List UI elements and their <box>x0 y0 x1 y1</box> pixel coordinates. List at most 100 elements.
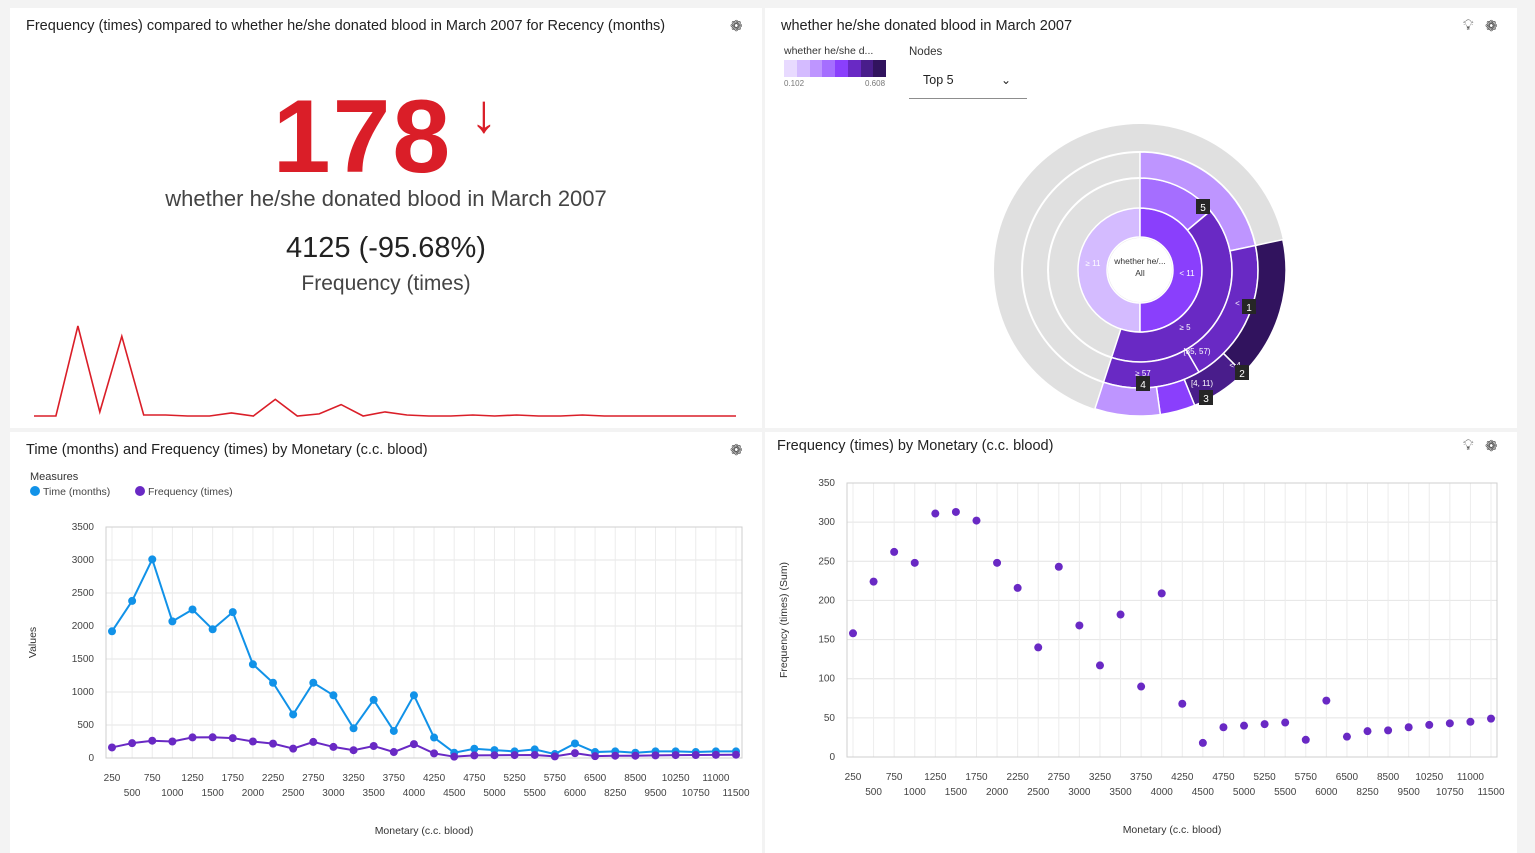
scatter-point[interactable] <box>1095 661 1104 670</box>
data-point[interactable] <box>188 733 197 742</box>
data-point[interactable] <box>490 751 499 760</box>
data-point[interactable] <box>309 678 318 687</box>
data-point[interactable] <box>108 627 116 636</box>
data-point[interactable] <box>671 751 680 760</box>
scatter-point[interactable] <box>1013 583 1022 592</box>
x-tick-label: 2250 <box>1007 772 1030 783</box>
data-point[interactable] <box>349 746 358 755</box>
scatter-point[interactable] <box>1363 727 1372 736</box>
data-point[interactable] <box>128 596 137 605</box>
line-chart[interactable]: 0500100015002000250030003500250500750100… <box>10 432 762 853</box>
sunburst-segment-label: ≥ 11 <box>1086 259 1101 268</box>
scatter-point[interactable] <box>910 558 919 567</box>
y-axis-title: Values <box>27 627 39 658</box>
scatter-point[interactable] <box>1198 738 1207 747</box>
x-tick-label: 9500 <box>1398 787 1421 798</box>
data-point[interactable] <box>248 737 257 746</box>
data-point[interactable] <box>269 739 278 748</box>
data-point[interactable] <box>530 750 539 759</box>
data-point[interactable] <box>188 605 197 614</box>
scatter-point[interactable] <box>1425 720 1434 729</box>
data-point[interactable] <box>289 710 298 719</box>
scatter-point[interactable] <box>993 558 1002 567</box>
scatter-point[interactable] <box>1322 696 1331 705</box>
scatter-point[interactable] <box>1075 621 1084 630</box>
x-tick-label: 1250 <box>924 772 947 783</box>
data-point[interactable] <box>570 739 579 748</box>
data-point[interactable] <box>651 751 660 760</box>
data-point[interactable] <box>228 608 237 617</box>
scatter-point[interactable] <box>1116 610 1125 619</box>
scatter-point[interactable] <box>1301 735 1310 744</box>
data-point[interactable] <box>369 741 378 750</box>
data-point[interactable] <box>631 751 640 760</box>
y-tick-label: 3500 <box>72 522 95 533</box>
data-point[interactable] <box>430 749 439 758</box>
data-point[interactable] <box>591 752 600 761</box>
data-point[interactable] <box>550 752 559 761</box>
x-tick-label: 500 <box>124 788 141 799</box>
data-point[interactable] <box>289 744 298 753</box>
scatter-point[interactable] <box>1178 699 1187 708</box>
scatter-point[interactable] <box>1240 721 1249 730</box>
data-point[interactable] <box>691 751 700 760</box>
scatter-point[interactable] <box>1466 717 1475 726</box>
scatter-point[interactable] <box>1219 723 1228 732</box>
data-point[interactable] <box>269 678 278 687</box>
sunburst-segment[interactable] <box>1093 381 1162 417</box>
scatter-point[interactable] <box>951 507 960 516</box>
data-point[interactable] <box>248 660 257 669</box>
x-tick-label: 1500 <box>945 787 968 798</box>
data-point[interactable] <box>732 750 740 759</box>
data-point[interactable] <box>409 740 418 749</box>
x-tick-label: 2750 <box>1048 772 1071 783</box>
scatter-point[interactable] <box>1487 714 1495 723</box>
data-point[interactable] <box>108 743 116 752</box>
scatter-point[interactable] <box>890 547 899 556</box>
sunburst-chart[interactable]: whether he/... All ≥ 11< 11≥ 5< 35[35, 5… <box>765 8 1517 428</box>
data-point[interactable] <box>470 751 479 760</box>
scatter-point[interactable] <box>931 509 940 518</box>
data-point[interactable] <box>450 752 459 761</box>
scatter-point[interactable] <box>972 516 981 525</box>
scatter-point[interactable] <box>1034 643 1043 652</box>
scatter-point[interactable] <box>869 577 878 586</box>
data-point[interactable] <box>409 691 418 700</box>
data-point[interactable] <box>208 733 217 742</box>
data-point[interactable] <box>711 750 720 759</box>
scatter-point[interactable] <box>1054 562 1063 571</box>
data-point[interactable] <box>148 555 157 564</box>
data-point[interactable] <box>168 617 177 626</box>
data-point[interactable] <box>329 691 338 700</box>
data-point[interactable] <box>611 751 620 760</box>
data-point[interactable] <box>208 625 217 634</box>
y-tick-label: 0 <box>829 752 835 763</box>
scatter-point[interactable] <box>849 629 857 638</box>
data-point[interactable] <box>168 737 177 746</box>
x-tick-label: 4500 <box>443 788 466 799</box>
scatter-point[interactable] <box>1384 726 1393 735</box>
data-point[interactable] <box>329 742 338 751</box>
data-point[interactable] <box>148 736 157 745</box>
data-point[interactable] <box>570 749 579 758</box>
scatter-point[interactable] <box>1404 723 1413 732</box>
data-point[interactable] <box>128 739 137 748</box>
scatter-point[interactable] <box>1342 732 1351 741</box>
data-point[interactable] <box>510 751 519 760</box>
data-point[interactable] <box>389 748 398 757</box>
settings-icon[interactable]: ❁ <box>730 17 743 35</box>
data-point[interactable] <box>369 695 378 704</box>
scatter-point[interactable] <box>1260 720 1269 729</box>
scatter-point[interactable] <box>1137 682 1146 691</box>
x-tick-label: 4250 <box>423 773 446 784</box>
data-point[interactable] <box>389 726 398 735</box>
scatter-chart[interactable]: 0501001502002503003502505007501000125015… <box>765 432 1517 853</box>
data-point[interactable] <box>430 733 439 742</box>
scatter-point[interactable] <box>1445 719 1454 728</box>
scatter-point[interactable] <box>1281 718 1290 727</box>
scatter-point[interactable] <box>1157 589 1166 598</box>
data-point[interactable] <box>228 734 237 743</box>
data-point[interactable] <box>349 724 358 733</box>
line-chart-panel: Time (months) and Frequency (times) by M… <box>10 432 762 853</box>
data-point[interactable] <box>309 737 318 746</box>
